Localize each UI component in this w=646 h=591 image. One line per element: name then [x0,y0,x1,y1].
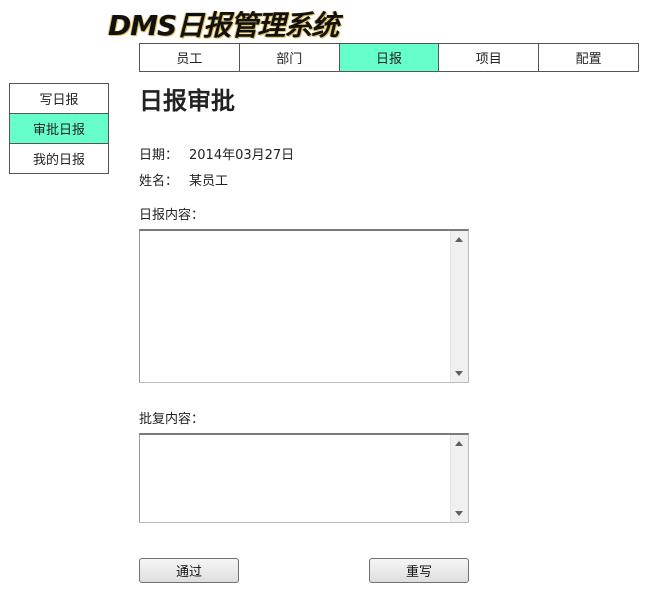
reset-button[interactable]: 重写 [369,558,469,583]
date-value: 2014年03月27日 [189,148,295,163]
scroll-down-arrow-icon[interactable] [455,371,463,376]
reply-content-label: 批复内容： [139,412,205,427]
report-content-label: 日报内容： [139,208,205,223]
report-content-text [140,231,468,239]
reply-content-scrollbar[interactable] [450,435,468,522]
tab-projects[interactable]: 项目 [439,44,540,71]
date-label: 日期： [139,148,179,163]
name-value: 某员工 [189,174,229,189]
scroll-up-arrow-icon[interactable] [455,441,463,446]
name-label: 姓名： [139,174,179,189]
tab-daily-reports[interactable]: 日报 [339,44,440,71]
side-navigation: 写日报 审批日报 我的日报 [9,83,109,174]
app-logo: DMS日报管理系统 [108,9,339,42]
scroll-down-arrow-icon[interactable] [455,511,463,516]
report-content-scrollbar[interactable] [450,231,468,382]
approve-button[interactable]: 通过 [139,558,239,583]
date-row: 日期： 2014年03月27日 [139,144,294,163]
name-row: 姓名： 某员工 [139,170,228,189]
scroll-up-arrow-icon[interactable] [455,237,463,242]
reply-content-textarea[interactable] [139,433,469,523]
page-title: 日报审批 [139,87,235,115]
tab-departments[interactable]: 部门 [239,44,340,71]
sidebar-item-write-report[interactable]: 写日报 [10,84,108,114]
tab-settings[interactable]: 配置 [539,44,638,71]
tab-employees[interactable]: 员工 [140,44,240,71]
top-navigation: 员工 部门 日报 项目 配置 [139,43,639,72]
reply-content-text [140,435,468,443]
sidebar-item-my-reports[interactable]: 我的日报 [10,144,108,173]
report-content-textarea[interactable] [139,229,469,383]
sidebar-item-approve-report[interactable]: 审批日报 [10,114,108,144]
